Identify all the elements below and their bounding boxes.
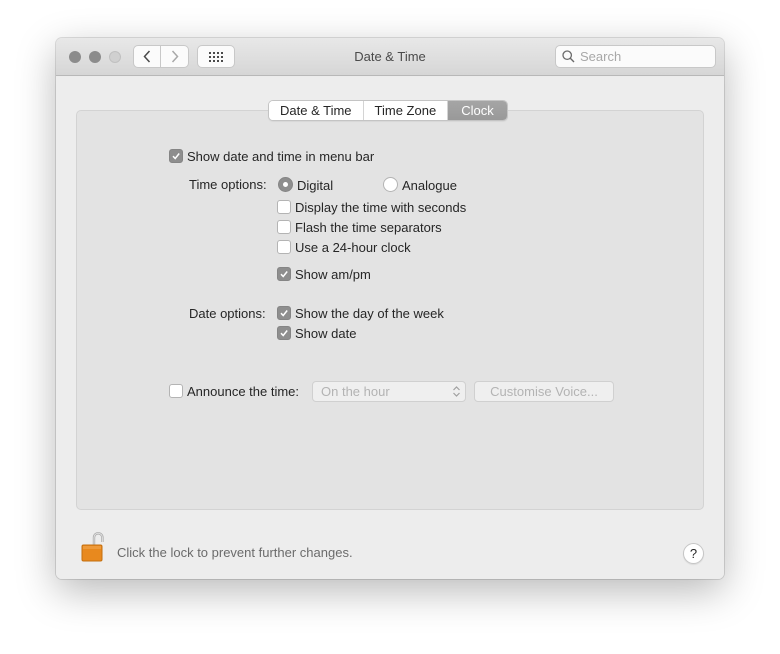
display-seconds-label: Display the time with seconds: [295, 200, 467, 215]
announce-time-checkbox[interactable]: [169, 384, 183, 398]
lock-message: Click the lock to prevent further change…: [117, 545, 353, 560]
digital-label: Digital: [297, 178, 334, 193]
date-options-label: Date options:: [189, 306, 266, 321]
time-options-label: Time options:: [189, 177, 267, 192]
checkmark-icon: [172, 153, 180, 160]
tab-date-time[interactable]: Date & Time: [269, 101, 364, 120]
tab-bar: Date & Time Time Zone Clock: [268, 100, 508, 121]
show-am-pm-label: Show am/pm: [295, 267, 371, 282]
tab-time-zone[interactable]: Time Zone: [363, 101, 449, 120]
preferences-window: Date & Time Date & Time Time Zone Clock …: [56, 38, 724, 579]
analogue-radio[interactable]: [383, 177, 398, 192]
show-date-label: Show date: [295, 326, 357, 341]
checkmark-icon: [280, 330, 288, 337]
flash-separators-label: Flash the time separators: [295, 220, 442, 235]
search-field[interactable]: [555, 45, 716, 68]
digital-radio[interactable]: [278, 177, 293, 192]
show-in-menu-bar-label: Show date and time in menu bar: [187, 149, 375, 164]
announce-interval-value: On the hour: [321, 384, 390, 399]
flash-separators-checkbox[interactable]: [277, 220, 291, 234]
tab-clock[interactable]: Clock: [448, 101, 507, 120]
unlocked-padlock-icon: [81, 532, 104, 562]
analogue-label: Analogue: [402, 178, 457, 193]
checkmark-icon: [280, 271, 288, 278]
24-hour-clock-label: Use a 24-hour clock: [295, 240, 411, 255]
show-am-pm-checkbox[interactable]: [277, 267, 291, 281]
announce-interval-select[interactable]: On the hour: [312, 381, 466, 402]
announce-time-label: Announce the time:: [187, 384, 300, 399]
display-seconds-checkbox[interactable]: [277, 200, 291, 214]
show-in-menu-bar-checkbox[interactable]: [169, 149, 183, 163]
search-input[interactable]: [580, 49, 710, 64]
up-down-chevron-icon: [453, 386, 460, 397]
lock-button[interactable]: [80, 531, 104, 563]
show-day-of-week-checkbox[interactable]: [277, 306, 291, 320]
title-bar: Date & Time: [56, 38, 724, 76]
checkmark-icon: [280, 310, 288, 317]
customise-voice-button[interactable]: Customise Voice...: [474, 381, 614, 402]
help-button[interactable]: ?: [683, 543, 704, 564]
24-hour-clock-checkbox[interactable]: [277, 240, 291, 254]
show-date-checkbox[interactable]: [277, 326, 291, 340]
search-icon: [562, 50, 575, 63]
show-day-of-week-label: Show the day of the week: [295, 306, 444, 321]
